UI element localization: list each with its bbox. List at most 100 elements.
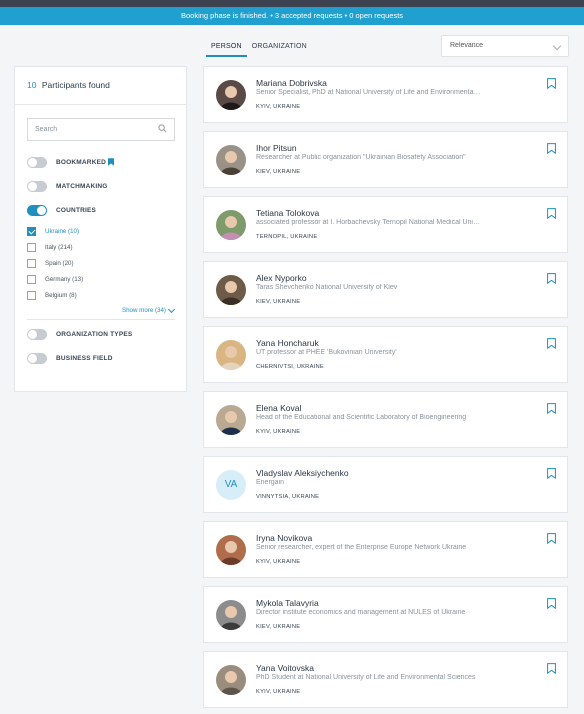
bookmark-icon[interactable] [547, 403, 556, 414]
participant-role: Taras Shevchenko National University of … [256, 284, 398, 291]
bookmark-icon[interactable] [547, 598, 556, 609]
bookmark-icon[interactable] [547, 468, 556, 479]
search-input[interactable]: Search [27, 118, 175, 141]
avatar-photo [216, 145, 246, 175]
matchmaking-toggle[interactable] [27, 180, 47, 192]
avatar [216, 80, 246, 110]
participant-card[interactable]: Yana Honcharuk UT professor at PHEE 'Buk… [203, 326, 568, 383]
avatar-photo [216, 405, 246, 435]
country-checkbox[interactable] [27, 274, 36, 284]
top-bar [0, 0, 584, 7]
sort-select[interactable]: Relevance [441, 35, 569, 57]
bookmarked-label: BOOKMARKED [56, 158, 107, 166]
participant-card[interactable]: Iryna Novikova Senior researcher, expert… [203, 521, 568, 578]
results-count-label: Participants found [41, 80, 110, 90]
participant-card[interactable]: Alex Nyporko Taras Shevchenko National U… [203, 261, 568, 318]
participant-card[interactable]: Ihor Pitsun Researcher at Public organiz… [203, 131, 568, 188]
participant-role: Head of the Educational and Scientific L… [256, 414, 467, 421]
matchmaking-filter[interactable]: MATCHMAKING [27, 180, 108, 192]
avatar-photo [216, 600, 246, 630]
participant-name: Elena Koval [256, 403, 302, 413]
participant-name: Ihor Pitsun [256, 143, 297, 153]
participant-location: CHERNIVTSI, UKRAINE [256, 364, 324, 370]
business-field-label: BUSINESS FIELD [56, 354, 113, 362]
country-option[interactable]: Germany (13) [27, 274, 83, 284]
participant-name: Mykola Talavyria [256, 598, 319, 608]
organization-types-filter[interactable]: ORGANIZATION TYPES [27, 328, 132, 340]
organization-types-toggle[interactable] [27, 328, 47, 340]
chevron-down-icon [167, 305, 176, 313]
show-more-label: Show more (34) [121, 307, 166, 314]
participant-card[interactable]: VA Vladyslav Aleksiychenko Energain VINN… [203, 456, 568, 513]
participant-role: associated professor at I. Horbachevsky … [256, 219, 482, 226]
tab-person[interactable]: PERSON [206, 39, 247, 57]
bookmark-icon[interactable] [547, 338, 556, 349]
participant-name: Yana Honcharuk [256, 338, 319, 348]
bookmark-icon[interactable] [547, 533, 556, 544]
booking-status-banner: Booking phase is finished. • 3 accepted … [0, 7, 584, 25]
filter-panel: 10 Participants found Search BOOKMARKED … [14, 66, 187, 392]
participant-card[interactable]: Tetiana Tolokova associated professor at… [203, 196, 568, 253]
bookmarked-toggle[interactable] [27, 156, 47, 168]
countries-filter[interactable]: COUNTRIES [27, 204, 96, 216]
country-option[interactable]: Ukraine (10) [27, 226, 79, 236]
participant-location: KYIV, UKRAINE [256, 429, 301, 435]
country-checkbox[interactable] [27, 242, 36, 252]
bookmark-icon[interactable] [547, 208, 556, 219]
participant-card[interactable]: Elena Koval Head of the Educational and … [203, 391, 568, 448]
country-checkbox[interactable] [27, 290, 36, 300]
country-checkbox[interactable] [27, 258, 36, 268]
country-label: Germany (13) [45, 275, 84, 283]
avatar-photo [216, 210, 246, 240]
business-field-toggle[interactable] [27, 352, 47, 364]
participant-location: KIEV, UKRAINE [256, 299, 301, 305]
avatar [216, 145, 246, 175]
chevron-down-icon [552, 41, 562, 51]
bookmark-icon [108, 158, 115, 166]
tab-organization[interactable]: ORGANIZATION [247, 39, 312, 57]
participant-location: KYIV, UKRAINE [256, 559, 301, 565]
bookmarked-filter[interactable]: BOOKMARKED [27, 156, 115, 168]
avatar [216, 405, 246, 435]
participant-role: Senior Specialist, PhD at National Unive… [256, 89, 482, 96]
participant-name: Vladyslav Aleksiychenko [256, 468, 349, 478]
view-tabs: PERSON ORGANIZATION [206, 39, 312, 57]
participant-name: Iryna Novikova [256, 533, 313, 543]
participant-card[interactable]: Yana Voitovska PhD Student at National U… [203, 651, 568, 708]
countries-toggle[interactable] [27, 204, 47, 216]
avatar-photo [216, 275, 246, 305]
country-label: Belgium (8) [45, 291, 77, 299]
business-field-filter[interactable]: BUSINESS FIELD [27, 352, 113, 364]
avatar-photo [216, 665, 246, 695]
bookmark-icon[interactable] [547, 273, 556, 284]
sort-selected-value: Relevance [450, 42, 484, 49]
participant-card[interactable]: Mykola Talavyria Director institute econ… [203, 586, 568, 643]
bookmark-icon[interactable] [547, 663, 556, 674]
participant-card[interactable]: Mariana Dobrivska Senior Specialist, PhD… [203, 66, 568, 123]
country-option[interactable]: Italy (214) [27, 242, 73, 252]
show-more-countries-link[interactable]: Show more (34) [121, 305, 176, 314]
participant-name: Alex Nyporko [256, 273, 307, 283]
bookmark-icon[interactable] [547, 78, 556, 89]
country-option[interactable]: Spain (20) [27, 258, 74, 268]
countries-label: COUNTRIES [56, 206, 97, 214]
search-placeholder: Search [35, 126, 58, 133]
country-option[interactable]: Belgium (8) [27, 290, 77, 300]
participant-role: PhD Student at National University of Li… [256, 674, 476, 681]
avatar-photo [216, 340, 246, 370]
participant-role: UT professor at PHEE 'Bukovinian Univers… [256, 349, 397, 356]
country-checkbox[interactable] [27, 226, 36, 236]
organization-types-label: ORGANIZATION TYPES [56, 330, 133, 338]
participant-role: Researcher at Public organization "Ukrai… [256, 154, 466, 161]
participant-role: Senior researcher, expert of the Enterpr… [256, 544, 467, 551]
country-label: Ukraine (10) [45, 227, 80, 235]
results-count-header: 10 Participants found [15, 67, 186, 105]
avatar [216, 665, 246, 695]
bookmark-icon[interactable] [547, 143, 556, 154]
country-label: Spain (20) [45, 259, 74, 267]
participant-name: Tetiana Tolokova [256, 208, 320, 218]
participant-name: Yana Voitovska [256, 663, 314, 673]
matchmaking-label: MATCHMAKING [56, 182, 108, 190]
participant-location: KIEV, UKRAINE [256, 169, 301, 175]
avatar-photo [216, 80, 246, 110]
